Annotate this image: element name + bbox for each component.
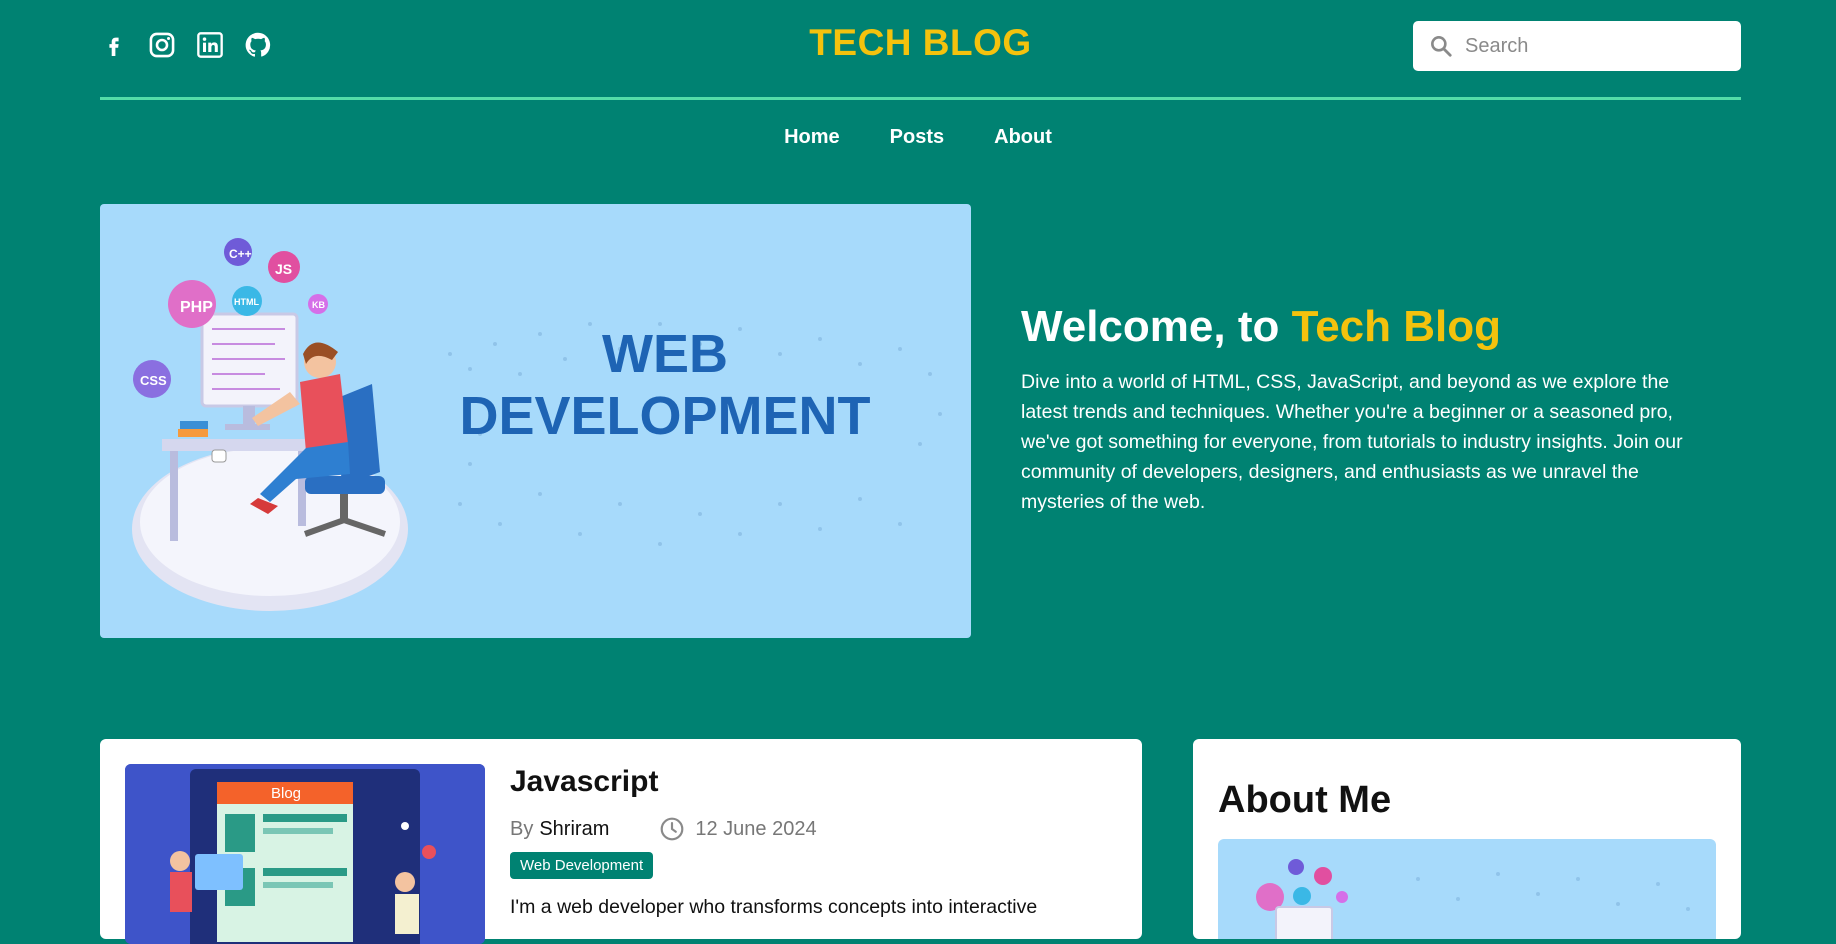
hero-heading-accent: Tech Blog <box>1291 302 1501 351</box>
post-meta: By Shriram 12 June 2024 <box>510 816 817 842</box>
badge-css-text: CSS <box>140 373 167 388</box>
badge-html-text: HTML <box>234 297 259 307</box>
hero-heading-prefix: Welcome, to <box>1021 302 1292 351</box>
nav-item-posts[interactable]: Posts <box>890 126 944 149</box>
badge-js-text: JS <box>275 261 292 277</box>
hero-description: Dive into a world of HTML, CSS, JavaScri… <box>1021 371 1683 514</box>
hero-image-line2: DEVELOPMENT <box>459 386 870 446</box>
search-box[interactable] <box>1413 21 1741 71</box>
post-title[interactable]: Javascript <box>510 765 658 799</box>
nav-item-about[interactable]: About <box>994 126 1052 149</box>
badge-kb-text: KB <box>312 300 325 310</box>
post-tag[interactable]: Web Development <box>510 852 654 879</box>
badge-php-text: PHP <box>180 299 213 316</box>
search-input[interactable] <box>1463 33 1741 59</box>
post-thumbnail[interactable]: Blog <box>125 764 485 944</box>
hero-intro: Welcome, to Tech Blog Dive into a world … <box>1021 302 1701 517</box>
hero-image-line1: WEB <box>602 324 728 384</box>
thumb-blog-text: Blog <box>271 785 301 802</box>
about-image <box>1218 839 1716 939</box>
about-card: About Me <box>1193 739 1741 939</box>
nav-item-home[interactable]: Home <box>784 126 840 149</box>
hero-heading: Welcome, to Tech Blog <box>1021 302 1701 351</box>
badge-cpp-text: C++ <box>229 247 252 261</box>
post-by-label: By <box>510 817 534 840</box>
hero-image: PHP C++ JS HTML CSS KB WEB DEVELOPMENT <box>100 204 971 638</box>
site-header: TECH BLOG <box>100 0 1741 100</box>
about-title: About Me <box>1218 779 1392 821</box>
post-card[interactable]: Blog Javascript By Shriram 12 June 2024 … <box>100 739 1142 944</box>
main-nav: Home Posts About <box>0 126 1836 149</box>
post-author[interactable]: Shriram <box>539 818 609 841</box>
post-date: 12 June 2024 <box>695 817 817 840</box>
clock-icon <box>659 816 685 842</box>
post-excerpt: I'm a web developer who transforms conce… <box>510 896 1038 918</box>
search-icon <box>1427 32 1455 60</box>
